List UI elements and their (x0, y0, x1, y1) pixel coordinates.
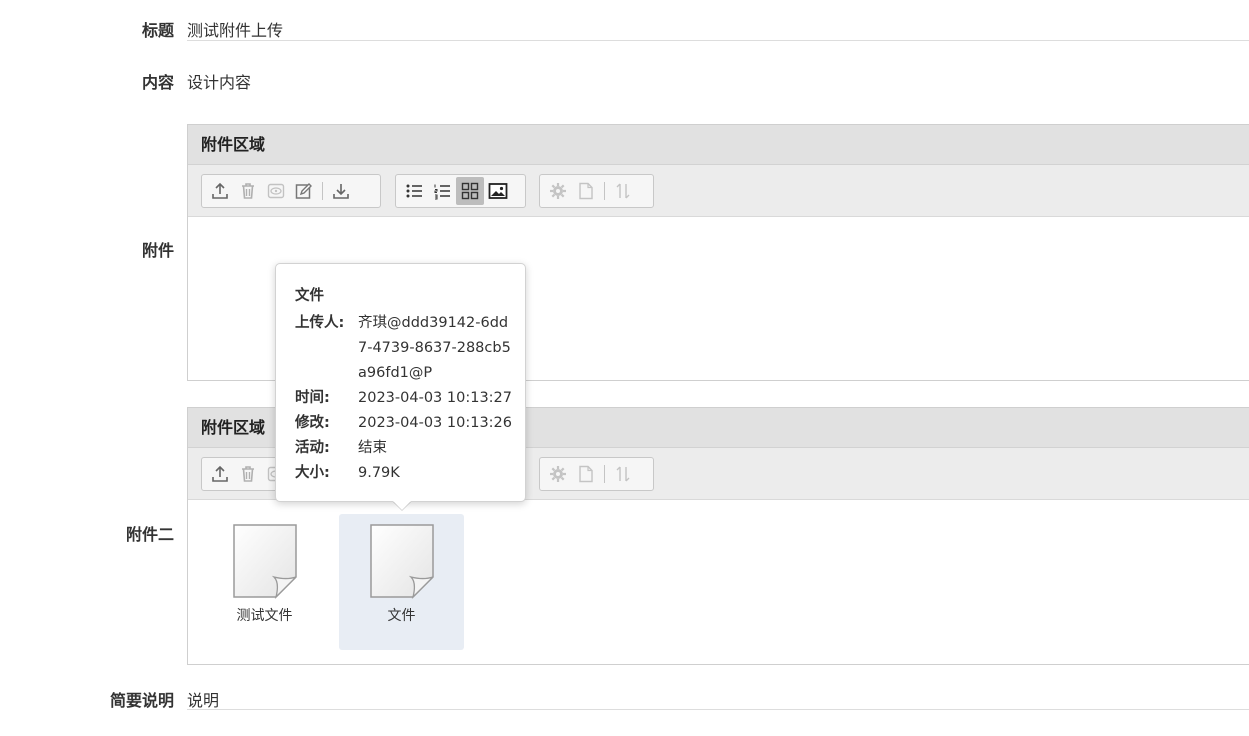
file-name: 文件 (387, 608, 416, 624)
extra-actions-group (539, 174, 654, 208)
modified-value: 2023-04-03 10:13:26 (358, 415, 512, 431)
settings-icon[interactable] (544, 177, 572, 205)
title-label: 标题 (141, 21, 174, 40)
tooltip-uploader-row: 上传人: 齐琪@ddd39142-6dd7-4739-8637-288cb5a9… (295, 311, 525, 386)
title-value[interactable]: 测试附件上传 (187, 17, 283, 41)
toolbar-separator (604, 465, 605, 483)
uploader-value: 齐琪@ddd39142-6dd7-4739-8637-288cb5a96fd1@… (358, 315, 511, 381)
attachment-toolbar (188, 165, 1249, 217)
uploader-label: 上传人: (295, 315, 345, 331)
activity-label: 活动: (295, 440, 330, 456)
content-value[interactable]: 设计内容 (187, 69, 251, 93)
file-item-selected[interactable]: 文件 (339, 514, 464, 650)
content-label: 内容 (141, 73, 174, 92)
tooltip-time-row: 时间: 2023-04-03 10:13:27 (295, 386, 525, 411)
file-info-tooltip: 文件 上传人: 齐琪@ddd39142-6dd7-4739-8637-288cb… (275, 263, 526, 502)
size-value: 9.79K (358, 465, 400, 481)
summary-label: 简要说明 (109, 691, 174, 710)
edit-icon[interactable] (290, 177, 318, 205)
view-mode-group (395, 174, 526, 208)
toolbar-separator (604, 182, 605, 200)
image-view-icon[interactable] (484, 177, 512, 205)
file-name: 测试文件 (236, 608, 293, 624)
activity-value: 结束 (358, 440, 387, 456)
grid-view-icon[interactable] (456, 177, 484, 205)
document-icon[interactable] (572, 460, 600, 488)
file-icon (232, 524, 297, 599)
panel-header: 附件区域 (188, 125, 1249, 165)
time-label: 时间: (295, 390, 330, 406)
numbered-list-icon[interactable] (428, 177, 456, 205)
delete-icon[interactable] (234, 460, 262, 488)
delete-icon[interactable] (234, 177, 262, 205)
upload-icon[interactable] (206, 177, 234, 205)
toolbar-separator (322, 182, 323, 200)
sort-icon[interactable] (609, 460, 637, 488)
file-icon (369, 524, 434, 599)
modified-label: 修改: (295, 415, 330, 431)
document-icon[interactable] (572, 177, 600, 205)
tooltip-activity-row: 活动: 结束 (295, 436, 525, 461)
time-value: 2023-04-03 10:13:27 (358, 390, 512, 406)
sort-icon[interactable] (609, 177, 637, 205)
attachment-label: 附件 (141, 241, 174, 260)
list-view-icon[interactable] (400, 177, 428, 205)
preview-icon[interactable] (262, 177, 290, 205)
summary-underline (187, 709, 1249, 710)
attachment-list-2: 测试文件 文件 (188, 500, 1249, 664)
summary-value[interactable]: 说明 (187, 687, 219, 711)
download-icon[interactable] (327, 177, 355, 205)
tooltip-title: 文件 (295, 288, 324, 304)
extra-actions-group (539, 457, 654, 491)
file-item[interactable]: 测试文件 (202, 514, 327, 650)
tooltip-arrow (393, 501, 411, 510)
tooltip-size-row: 大小: 9.79K (295, 461, 525, 486)
file-actions-group (201, 174, 381, 208)
tooltip-modified-row: 修改: 2023-04-03 10:13:26 (295, 411, 525, 436)
attachment2-label: 附件二 (125, 525, 174, 544)
size-label: 大小: (295, 465, 330, 481)
title-underline (187, 40, 1249, 41)
settings-icon[interactable] (544, 460, 572, 488)
upload-icon[interactable] (206, 460, 234, 488)
